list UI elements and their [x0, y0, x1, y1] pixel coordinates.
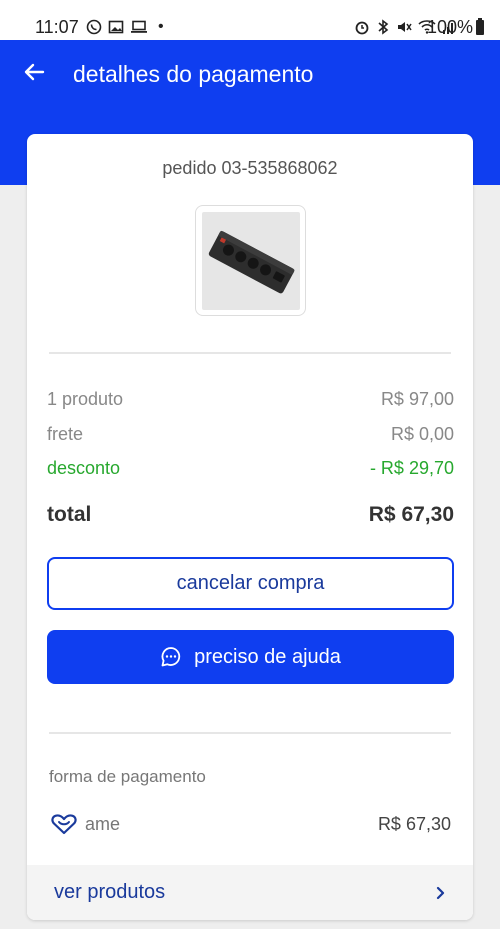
shipping-label: frete	[47, 424, 84, 444]
order-number: pedido 03-535868062	[162, 158, 338, 178]
products-value: R$ 97,00	[380, 389, 454, 409]
cancel-purchase-label: cancelar compra	[176, 572, 325, 594]
need-help-button[interactable]: preciso de ajuda	[47, 630, 454, 684]
products-row: 1 produto R$ 97,00	[47, 389, 454, 410]
discount-value: - R$ 29,70	[369, 458, 454, 478]
shipping-row: frete R$ 0,00	[47, 424, 454, 445]
page-title: detalhes do pagamento	[73, 61, 314, 87]
product-thumbnail[interactable]	[195, 205, 306, 316]
alarm-icon	[355, 21, 369, 35]
gallery-icon	[108, 20, 124, 34]
payment-details-card: pedido 03-535868062 1 produto R$ 97,00 f…	[27, 134, 473, 920]
battery-status: 100%	[427, 17, 484, 38]
status-bar: 11:07 • 100%	[0, 0, 500, 40]
need-help-label: preciso de ajuda	[194, 645, 341, 668]
product-image	[201, 211, 300, 310]
payment-amount: R$ 67,30	[377, 814, 451, 834]
bluetooth-icon	[378, 19, 389, 35]
total-value: R$ 67,30	[368, 503, 454, 526]
payment-method-name: ame	[85, 813, 121, 834]
cancel-purchase-button[interactable]: cancelar compra	[47, 557, 454, 610]
divider	[49, 732, 451, 734]
chevron-right-icon	[436, 886, 445, 899]
status-left-icons: •	[86, 17, 164, 37]
battery-icon	[476, 18, 484, 35]
laptop-icon	[131, 20, 147, 33]
shipping-value: R$ 0,00	[390, 424, 454, 444]
products-label: 1 produto	[47, 389, 124, 409]
total-row: total R$ 67,30	[47, 503, 454, 527]
chat-bubble-icon	[161, 647, 181, 667]
status-dot: •	[158, 18, 164, 35]
payment-method-heading: forma de pagamento	[49, 767, 206, 786]
discount-row: desconto - R$ 29,70	[47, 458, 454, 479]
ame-heart-icon	[51, 814, 77, 835]
battery-percent: 100%	[426, 17, 473, 37]
status-time: 11:07	[35, 17, 79, 37]
power-strip-image	[208, 230, 294, 293]
divider	[49, 352, 451, 354]
view-products-label: ver produtos	[54, 881, 166, 903]
whatsapp-icon	[86, 19, 102, 35]
payment-method: ame	[51, 813, 120, 835]
total-label: total	[47, 503, 92, 526]
back-arrow-icon[interactable]	[22, 60, 46, 84]
discount-label: desconto	[47, 458, 121, 478]
mute-icon	[398, 22, 412, 32]
view-products-link[interactable]: ver produtos	[27, 865, 473, 920]
